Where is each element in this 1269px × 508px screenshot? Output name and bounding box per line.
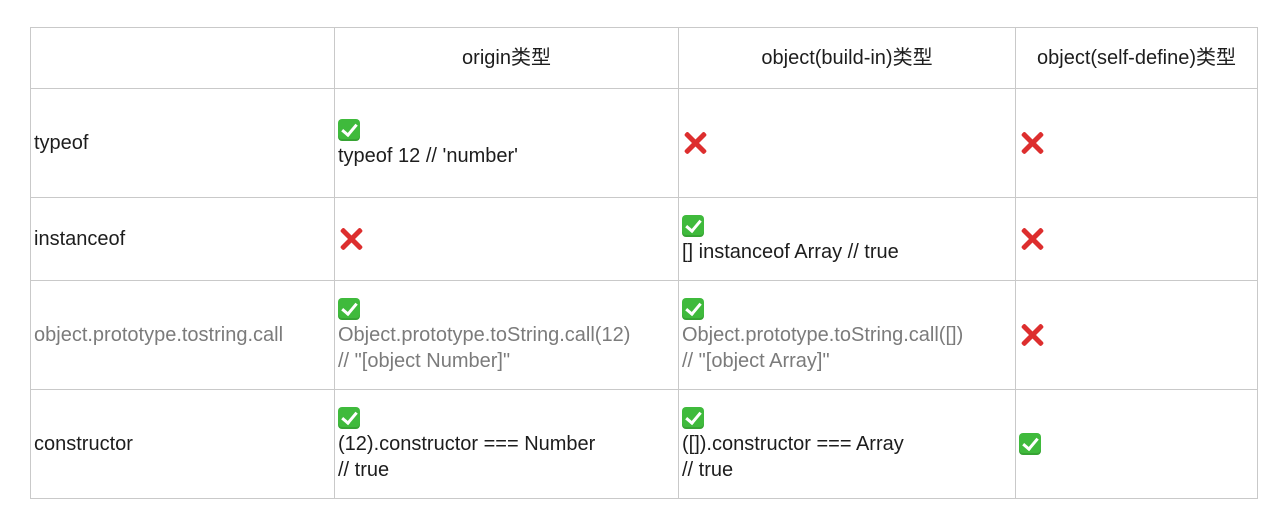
table-cell xyxy=(678,88,1016,198)
table-cell xyxy=(1015,197,1258,281)
table-row: object.prototype.tostring.call Object.pr… xyxy=(30,280,1258,390)
header-origin: origin类型 xyxy=(334,27,679,89)
table-cell: [] instanceof Array // true xyxy=(678,197,1016,281)
header-row: origin类型 object(build-in)类型 object(self-… xyxy=(30,27,1258,89)
table-cell xyxy=(334,197,679,281)
table-row: instanceof [] instanceof Array // true xyxy=(30,197,1258,281)
table-cell xyxy=(1015,280,1258,390)
cell-code: ([]).constructor === Array xyxy=(682,433,904,456)
row-label: typeof xyxy=(30,88,335,198)
cell-code: typeof 12 // 'number' xyxy=(338,145,518,168)
check-icon xyxy=(682,298,704,321)
cross-icon xyxy=(1019,226,1045,252)
header-object-build-in: object(build-in)类型 xyxy=(678,27,1016,89)
table-cell: Object.prototype.toString.call([]) // "[… xyxy=(678,280,1016,390)
check-icon xyxy=(682,215,704,238)
header-object-self-define: object(self-define)类型 xyxy=(1015,27,1258,89)
table-row: typeof typeof 12 // 'number' xyxy=(30,88,1258,198)
cell-code: [] instanceof Array // true xyxy=(682,241,899,264)
cell-code-comment: // "[object Array]" xyxy=(682,350,830,373)
table-cell xyxy=(1015,389,1258,499)
table-row: constructor (12).constructor === Number … xyxy=(30,389,1258,499)
cell-code-comment: // "[object Number]" xyxy=(338,350,511,373)
cell-code-comment: // true xyxy=(338,459,390,482)
cell-code: Object.prototype.toString.call([]) xyxy=(682,324,964,347)
row-label-constructor: constructor xyxy=(34,433,133,455)
table-cell: Object.prototype.toString.call(12) // "[… xyxy=(334,280,679,390)
row-label: constructor xyxy=(30,389,335,499)
row-label-typeof: typeof xyxy=(34,132,89,154)
check-icon xyxy=(682,407,704,430)
check-icon xyxy=(338,298,360,321)
cross-icon xyxy=(1019,130,1045,156)
table-cell: ([]).constructor === Array // true xyxy=(678,389,1016,499)
cross-icon xyxy=(338,226,364,252)
cross-icon xyxy=(1019,322,1045,348)
cell-code-comment: // true xyxy=(682,459,734,482)
comparison-table: origin类型 object(build-in)类型 object(self-… xyxy=(30,27,1258,499)
table-cell xyxy=(1015,88,1258,198)
check-icon xyxy=(338,119,360,142)
table-cell: typeof 12 // 'number' xyxy=(334,88,679,198)
row-label-instanceof: instanceof xyxy=(34,228,126,250)
row-label: instanceof xyxy=(30,197,335,281)
cell-code: Object.prototype.toString.call(12) xyxy=(338,324,631,347)
check-icon xyxy=(338,407,360,430)
check-icon xyxy=(1019,433,1041,456)
header-empty-cell xyxy=(30,27,335,89)
table-cell: (12).constructor === Number // true xyxy=(334,389,679,499)
cell-code: (12).constructor === Number xyxy=(338,433,596,456)
cross-icon xyxy=(682,130,708,156)
row-label: object.prototype.tostring.call xyxy=(30,280,335,390)
row-label-tostring-call: object.prototype.tostring.call xyxy=(34,324,284,346)
